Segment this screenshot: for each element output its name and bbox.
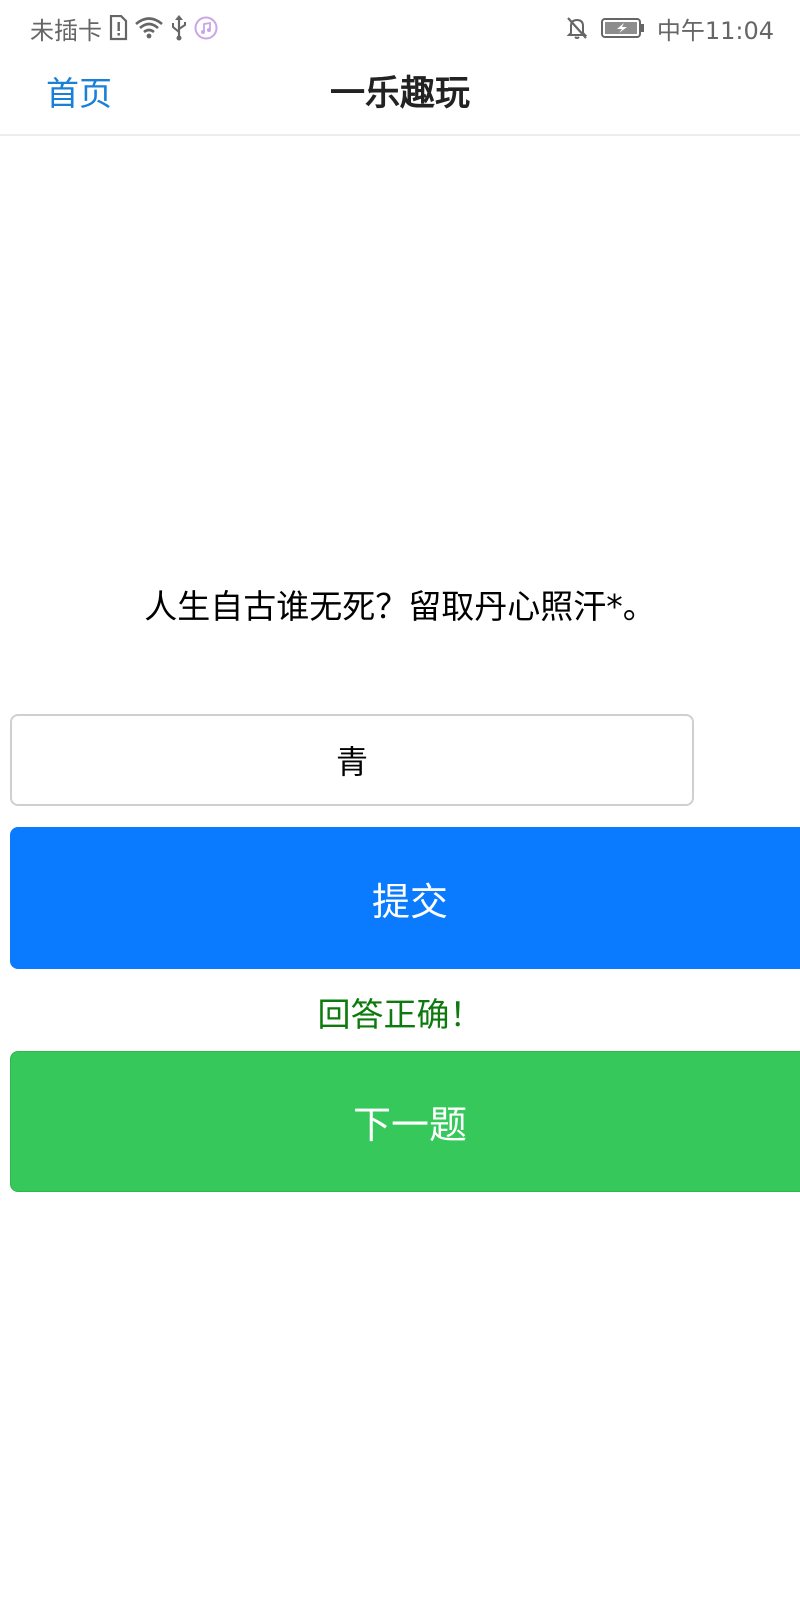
status-right: 中午11:04 — [565, 10, 774, 46]
quiz-question: 人生自古谁无死？留取丹心照汗*。 — [144, 587, 656, 626]
next-question-button[interactable]: 下一题 — [10, 1051, 800, 1192]
page-title: 一乐趣玩 — [329, 74, 470, 114]
home-link[interactable]: 首页 — [46, 66, 112, 122]
music-icon — [194, 16, 218, 40]
status-time: 中午11:04 — [656, 16, 774, 45]
submit-button[interactable]: 提交 — [10, 827, 800, 969]
sim-alert-icon — [108, 15, 128, 41]
carrier-label: 未插卡 — [30, 16, 102, 45]
answer-feedback: 回答正确！ — [317, 995, 483, 1034]
battery-icon — [600, 17, 645, 39]
usb-icon — [170, 15, 188, 41]
status-left: 未插卡 — [30, 10, 218, 46]
app-header: 一乐趣玩 首页 — [0, 56, 800, 136]
answer-input[interactable] — [10, 714, 694, 806]
bell-off-icon — [565, 15, 589, 41]
status-bar: 未插卡 中午11:04 — [0, 0, 800, 56]
wifi-icon — [134, 16, 164, 40]
